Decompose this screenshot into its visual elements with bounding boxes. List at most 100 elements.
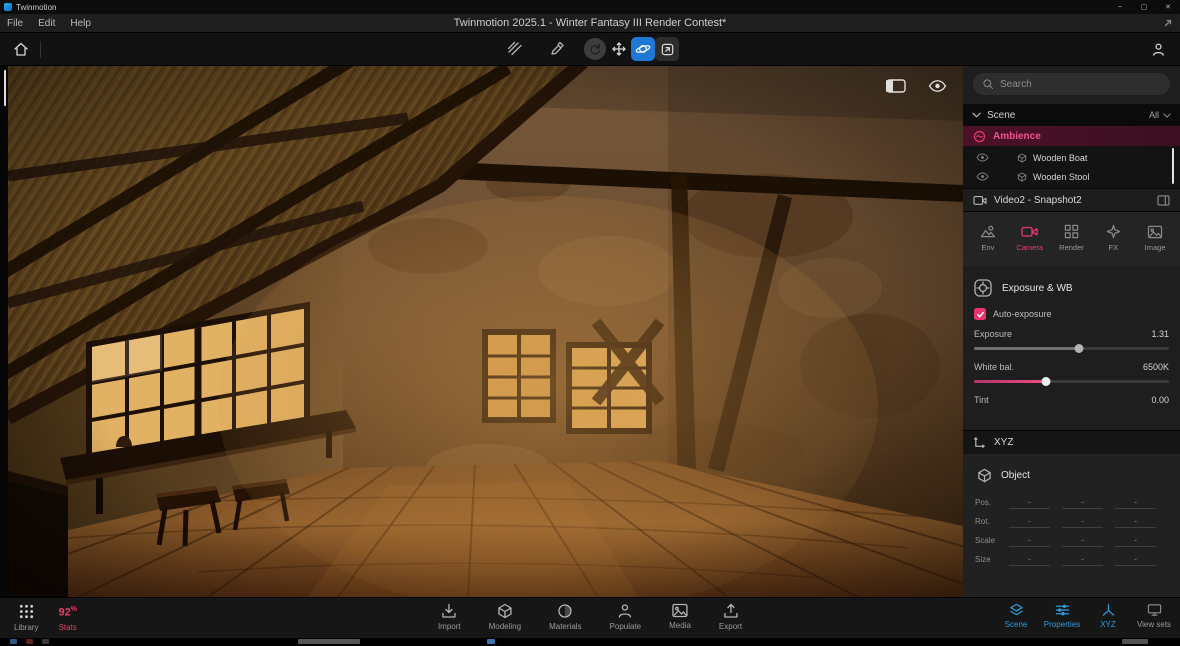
move-tool-icon[interactable]	[607, 37, 631, 61]
tree-scrollbar[interactable]	[1172, 148, 1174, 184]
white-balance-label: White bal.	[974, 362, 1015, 372]
image-icon	[1147, 225, 1163, 238]
properties-sliders-icon	[1055, 604, 1069, 616]
import-button[interactable]: Import	[438, 603, 461, 631]
menubar: File Edit Help Twinmotion 2025.1 - Winte…	[0, 14, 1180, 33]
tree-item-wooden-stool[interactable]: Wooden Stool	[963, 167, 1180, 186]
search-input[interactable]	[1000, 78, 1161, 90]
home-button[interactable]	[9, 37, 33, 61]
sketch-style-icon[interactable]	[503, 37, 527, 61]
library-button[interactable]: Library	[14, 603, 38, 632]
scale-x-field[interactable]: -	[1009, 534, 1050, 547]
pos-y-field[interactable]: -	[1062, 496, 1103, 509]
export-icon	[723, 603, 738, 618]
tab-camera[interactable]: Camera	[1011, 224, 1049, 252]
check-icon	[976, 311, 984, 318]
tab-env[interactable]: Env	[969, 224, 1007, 252]
taskbar-window-preview[interactable]	[298, 639, 360, 644]
search-box[interactable]	[973, 73, 1170, 95]
snapshot-bar[interactable]: Video2 - Snapshot2	[963, 188, 1180, 212]
size-z-field[interactable]: -	[1115, 553, 1156, 566]
split-view-icon[interactable]	[886, 79, 906, 93]
scene-layers-icon	[1009, 603, 1023, 616]
xyz-panel-toggle[interactable]: XYZ	[1086, 603, 1130, 629]
undo-button[interactable]	[583, 37, 607, 61]
modeling-button[interactable]: Modeling	[489, 603, 521, 631]
ambience-icon	[973, 130, 986, 142]
tab-render[interactable]: Render	[1052, 224, 1090, 252]
taskbar-app-icon[interactable]	[26, 639, 33, 644]
right-panel: Scene All Ambience Wooden Boat	[963, 66, 1180, 597]
dock-panel-icon[interactable]	[1157, 194, 1170, 206]
orbit-tool-button[interactable]	[631, 37, 655, 61]
scene-header-label: Scene	[987, 109, 1016, 121]
xyz-section-header[interactable]: XYZ	[963, 430, 1180, 454]
rot-x-field[interactable]: -	[1009, 515, 1050, 528]
tree-item-label: Wooden Stool	[1033, 171, 1090, 182]
properties-panel-toggle[interactable]: Properties	[1040, 603, 1084, 629]
scene-header[interactable]: Scene All	[963, 104, 1180, 126]
tree-item-wooden-boat[interactable]: Wooden Boat	[963, 148, 1180, 167]
caret-down-icon	[1163, 112, 1171, 118]
visibility-toggle-icon[interactable]	[928, 80, 947, 92]
rot-y-field[interactable]: -	[1062, 515, 1103, 528]
object-section-label: Object	[1001, 470, 1030, 481]
minimize-button[interactable]: –	[1108, 3, 1132, 11]
scale-y-field[interactable]: -	[1062, 534, 1103, 547]
maximize-button[interactable]: ▢	[1132, 3, 1156, 11]
tint-value: 0.00	[1151, 395, 1169, 405]
tab-fx[interactable]: FX	[1094, 224, 1132, 252]
pos-x-field[interactable]: -	[1009, 496, 1050, 509]
tree-item-ambience[interactable]: Ambience	[963, 126, 1180, 146]
exposure-slider[interactable]	[974, 344, 1169, 353]
view-sets-button[interactable]: View sets	[1132, 603, 1176, 629]
slider-handle[interactable]	[1074, 344, 1084, 353]
menu-edit[interactable]: Edit	[38, 18, 55, 29]
viewport[interactable]	[8, 66, 963, 597]
scale-z-field[interactable]: -	[1115, 534, 1156, 547]
account-icon[interactable]	[1146, 37, 1170, 61]
taskbar-clock[interactable]	[1122, 639, 1148, 644]
visibility-icon[interactable]	[976, 172, 989, 181]
white-balance-slider[interactable]	[974, 377, 1169, 386]
rot-z-field[interactable]: -	[1115, 515, 1156, 528]
snapshot-camera-icon	[973, 196, 987, 205]
object-row-rot: Rot. - - -	[975, 512, 1168, 531]
size-y-field[interactable]: -	[1062, 553, 1103, 566]
os-taskbar[interactable]	[0, 638, 1180, 646]
taskbar-app-icon[interactable]	[42, 639, 49, 644]
left-scrollbar[interactable]	[4, 70, 6, 106]
titlebar-app-name: Twinmotion	[16, 2, 57, 12]
expand-window-icon[interactable]	[1163, 18, 1173, 28]
menu-help[interactable]: Help	[70, 18, 91, 29]
chevron-down-icon	[972, 112, 981, 118]
export-button[interactable]: Export	[719, 603, 742, 631]
scene-panel-toggle[interactable]: Scene	[994, 603, 1038, 629]
visibility-icon[interactable]	[976, 153, 989, 162]
object-row-pos: Pos. - - -	[975, 493, 1168, 512]
auto-exposure-checkbox[interactable]	[974, 308, 986, 320]
taskbar-app-icon[interactable]	[487, 639, 495, 644]
stats-indicator[interactable]: 92% Stats	[58, 603, 76, 632]
xyz-section-label: XYZ	[994, 437, 1014, 448]
media-button[interactable]: Media	[669, 603, 691, 631]
slider-handle[interactable]	[1041, 377, 1051, 386]
menu-file[interactable]: File	[7, 18, 23, 29]
toolbar-divider	[40, 41, 41, 58]
tab-image[interactable]: Image	[1136, 225, 1174, 252]
environment-icon	[980, 225, 996, 238]
taskbar-app-icon[interactable]	[10, 639, 17, 644]
rendered-scene[interactable]	[8, 66, 963, 597]
walk-mode-button[interactable]	[655, 37, 679, 61]
twinmotion-logo-icon	[4, 3, 12, 11]
eyedropper-icon[interactable]	[545, 37, 569, 61]
pos-z-field[interactable]: -	[1115, 496, 1156, 509]
size-x-field[interactable]: -	[1009, 553, 1050, 566]
materials-button[interactable]: Materials	[549, 603, 582, 631]
white-balance-value: 6500K	[1142, 362, 1169, 372]
tree-item-label: Wooden Boat	[1033, 152, 1088, 163]
populate-button[interactable]: Populate	[610, 603, 641, 631]
scene-filter-dropdown[interactable]: All	[1149, 110, 1171, 120]
close-button[interactable]: ✕	[1156, 3, 1180, 11]
exposure-value: 1.31	[1151, 329, 1169, 339]
